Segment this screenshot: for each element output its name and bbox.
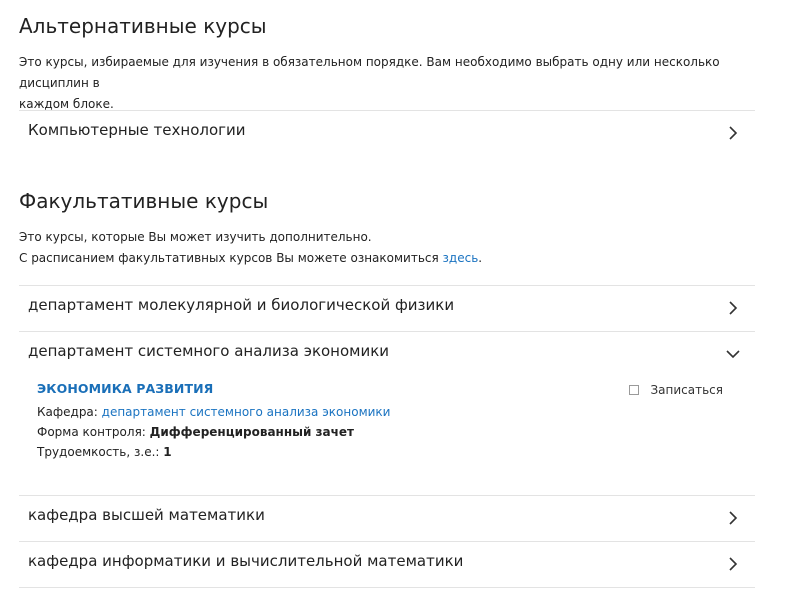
accordion-item-label: кафедра информатики и вычислительной мат…: [28, 552, 464, 570]
course-name-link[interactable]: ЭКОНОМИКА РАЗВИТИЯ: [37, 381, 213, 396]
page: Альтернативные курсы Это курсы, избираем…: [0, 0, 807, 591]
alternative-title: Альтернативные курсы: [19, 14, 267, 38]
chevron-right-icon[interactable]: [725, 125, 741, 141]
course-credits: Трудоемкость, з.е.: 1: [37, 445, 172, 459]
course-control-value: Дифференцированный зачет: [149, 425, 354, 439]
enroll-checkbox[interactable]: Записаться: [629, 383, 723, 397]
accordion-item-label: департамент молекулярной и биологической…: [28, 296, 455, 314]
accordion-item-computer-technologies[interactable]: Компьютерные технологии: [19, 110, 755, 156]
accordion-item-systems-analysis-economics[interactable]: департамент системного анализа экономики: [19, 331, 755, 377]
enroll-label: Записаться: [650, 383, 723, 397]
optional-desc-line1: Это курсы, которые Вы может изучить допо…: [19, 230, 372, 244]
optional-desc-suffix: .: [478, 251, 483, 265]
checkbox-icon[interactable]: [629, 385, 640, 395]
chevron-right-icon[interactable]: [725, 556, 741, 572]
alternative-section: Альтернативные курсы: [19, 14, 755, 38]
accordion-item-higher-math[interactable]: кафедра высшей математики: [19, 495, 755, 541]
alternative-accordion: Компьютерные технологии: [19, 110, 755, 156]
optional-accordion: департамент молекулярной и биологической…: [19, 285, 755, 587]
course-department-link[interactable]: департамент системного анализа экономики: [102, 405, 391, 419]
chevron-down-icon[interactable]: [725, 346, 741, 362]
course-card: ЭКОНОМИКА РАЗВИТИЯ Кафедра: департамент …: [19, 377, 755, 495]
schedule-link[interactable]: здесь: [443, 251, 479, 265]
accordion-item-label: кафедра высшей математики: [28, 506, 265, 524]
course-credits-value: 1: [163, 445, 172, 459]
optional-desc-line2: С расписанием факультативных курсов Вы м…: [19, 248, 755, 269]
course-control-form: Форма контроля: Дифференцированный зачет: [37, 425, 354, 439]
optional-desc-prefix: С расписанием факультативных курсов Вы м…: [19, 251, 443, 265]
accordion-item-informatics[interactable]: кафедра информатики и вычислительной мат…: [19, 541, 755, 587]
alternative-description: Это курсы, избираемые для изучения в обя…: [19, 52, 755, 115]
accordion-item-label: департамент системного анализа экономики: [28, 342, 390, 360]
accordion-item-molecular-biophysics[interactable]: департамент молекулярной и биологической…: [19, 285, 755, 331]
course-department-label: Кафедра:: [37, 405, 102, 419]
divider: [19, 587, 755, 588]
alternative-desc-line1: Это курсы, избираемые для изучения в обя…: [19, 55, 720, 90]
optional-description: Это курсы, которые Вы может изучить допо…: [19, 227, 755, 269]
chevron-right-icon[interactable]: [725, 300, 741, 316]
accordion-item-label: Компьютерные технологии: [28, 121, 246, 139]
chevron-right-icon[interactable]: [725, 510, 741, 526]
optional-title: Факультативные курсы: [19, 189, 269, 213]
course-credits-label: Трудоемкость, з.е.:: [37, 445, 164, 459]
course-control-label: Форма контроля:: [37, 425, 150, 439]
course-department: Кафедра: департамент системного анализа …: [37, 405, 390, 419]
optional-section: Факультативные курсы: [19, 189, 755, 213]
